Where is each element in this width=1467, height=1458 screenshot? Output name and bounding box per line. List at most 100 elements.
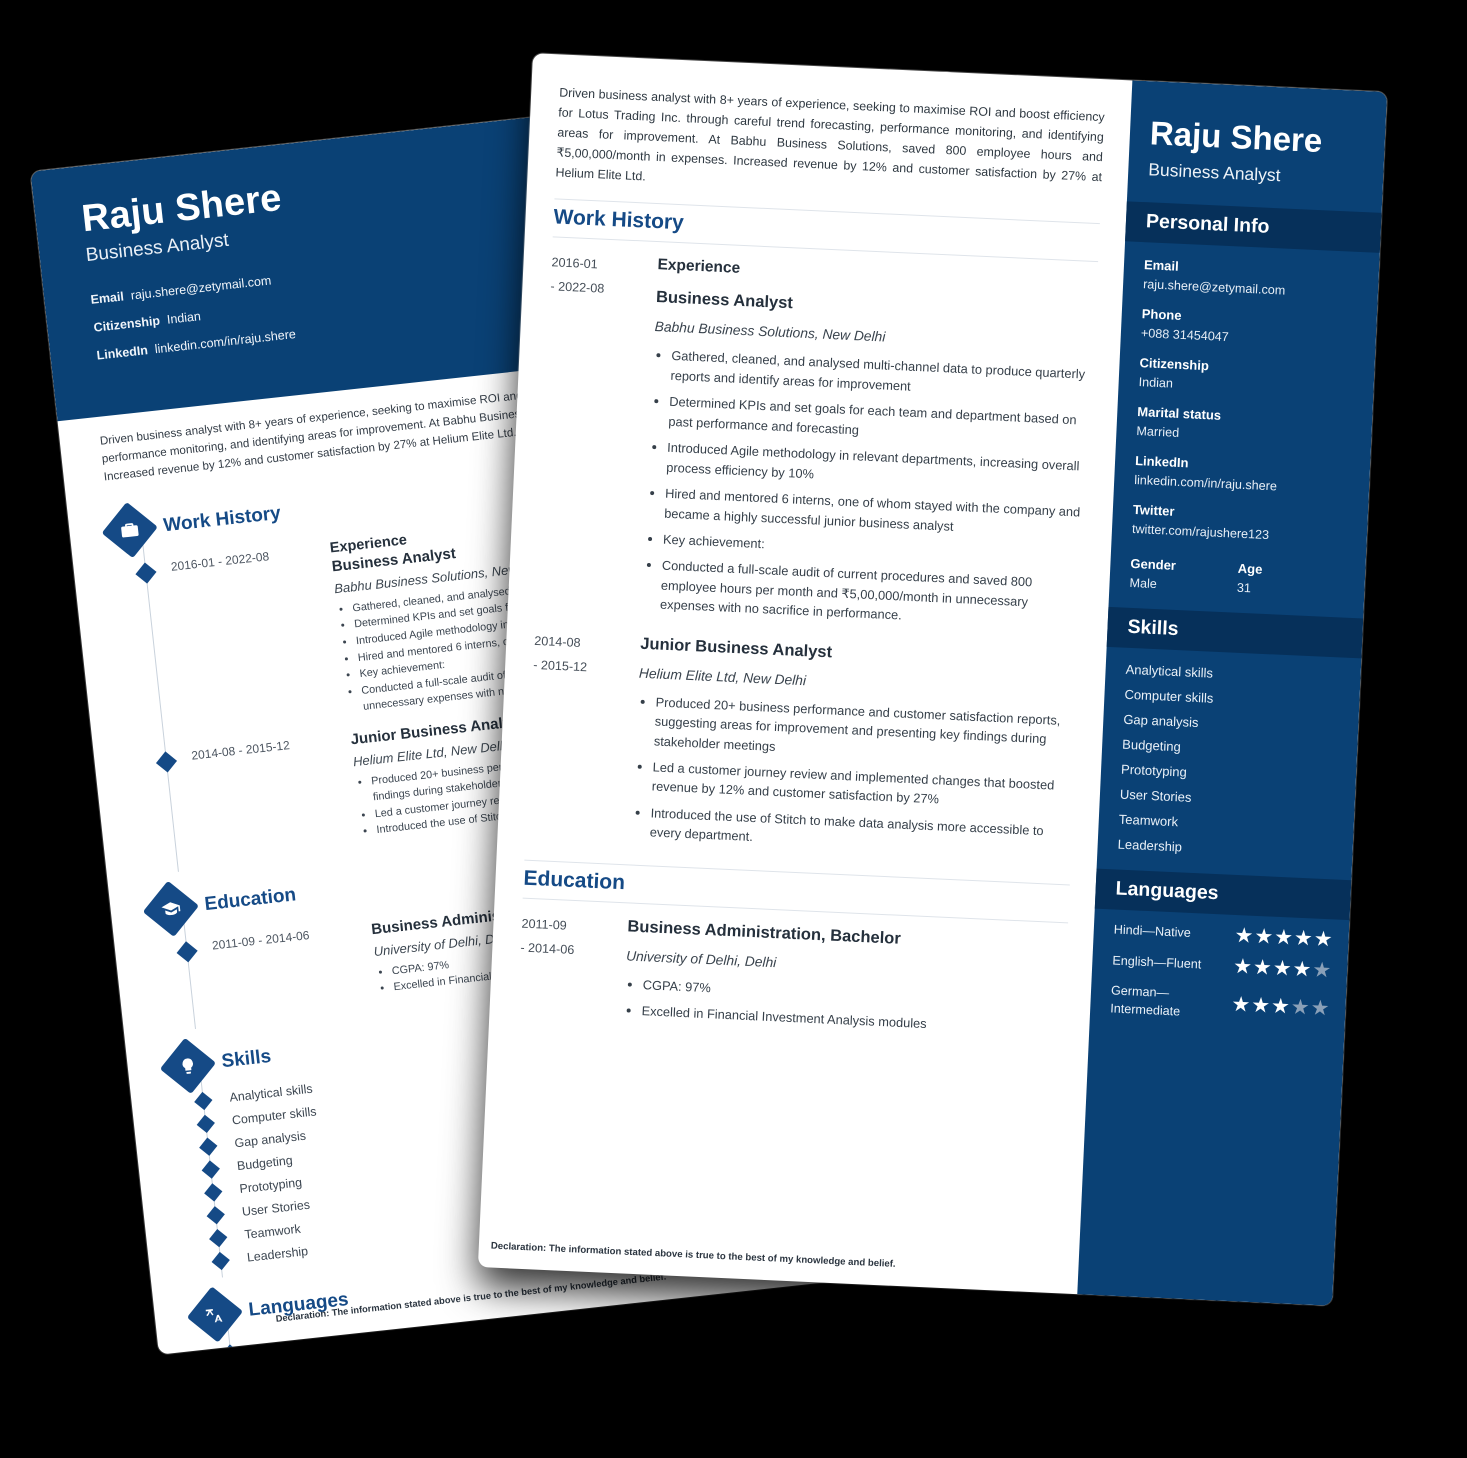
- front-work-body: Junior Business Analyst Helium Elite Ltd…: [617, 634, 1080, 868]
- back-contact-citizenship-label: Citizenship: [92, 313, 161, 335]
- back-skill-label: Gap analysis: [233, 1128, 307, 1151]
- back-skill-label: User Stories: [241, 1197, 311, 1220]
- front-work-bullets: Gathered, cleaned, and analysed multi-ch…: [642, 345, 1094, 633]
- front-work-date-to: - 2015-12: [532, 657, 588, 674]
- lightbulb-icon: [159, 1037, 217, 1095]
- sidebar-gender-field: Gender Male: [1129, 555, 1238, 594]
- front-declaration: Declaration: The information stated abov…: [490, 1240, 896, 1270]
- back-skill-label: Prototyping: [238, 1175, 303, 1197]
- front-work-history-title: Work History: [552, 198, 1100, 263]
- sidebar-gender-value: Male: [1129, 575, 1158, 591]
- back-skill-label: Computer skills: [231, 1104, 318, 1128]
- sidebar-age-field: Age 31: [1237, 560, 1346, 599]
- sidebar-email-value: raju.shere@zetymail.com: [1142, 276, 1286, 298]
- sidebar-age-value: 31: [1236, 580, 1252, 595]
- front-work-dates: 2016-01 - 2022-08: [535, 252, 643, 620]
- front-education-title: Education: [522, 859, 1070, 924]
- rating-stars: ★ ★ ★ ★ ★: [1230, 993, 1330, 1021]
- star-filled-icon: ★: [1250, 994, 1271, 1019]
- back-education-title: Education: [203, 884, 298, 915]
- star-filled-icon: ★: [1232, 954, 1253, 979]
- back-skill-label: Analytical skills: [228, 1081, 314, 1105]
- sidebar-gender-age-row: Gender Male Age 31: [1109, 555, 1365, 601]
- sidebar-person-name: Raju Shere: [1149, 114, 1324, 160]
- timeline-dot-icon: [221, 1343, 240, 1355]
- list-item: Produced 20+ business performance and cu…: [653, 692, 1077, 769]
- back-skills-title: Skills: [220, 1046, 273, 1073]
- timeline-dot-icon: [209, 1228, 228, 1247]
- front-work-entry: 2014-08 - 2015-12 Junior Business Analys…: [525, 630, 1080, 869]
- front-section-education: Education 2011-09 - 2014-06 Business Adm…: [517, 859, 1070, 1046]
- star-filled-icon: ★: [1273, 925, 1294, 950]
- star-filled-icon: ★: [1253, 924, 1274, 949]
- sidebar-phone-value: +088 31454047: [1140, 325, 1230, 344]
- front-summary: Driven business analyst with 8+ years of…: [555, 85, 1106, 185]
- sidebar-linkedin-value: linkedin.com/in/raju.shere: [1133, 472, 1278, 494]
- translate-icon: [186, 1286, 244, 1343]
- sidebar-gender-label: Gender: [1130, 555, 1177, 573]
- graduation-cap-icon: [142, 880, 199, 937]
- back-contact-email-value: raju.shere@zetymail.com: [130, 273, 272, 303]
- back-skill-label: Teamwork: [243, 1221, 302, 1242]
- star-filled-icon: ★: [1270, 995, 1291, 1019]
- front-work-body: Experience Business Analyst Babhu Busine…: [627, 256, 1097, 640]
- timeline-dot-icon: [211, 1251, 230, 1270]
- star-empty-icon: ★: [1311, 958, 1332, 982]
- timeline-dot-icon: [201, 1160, 220, 1179]
- sidebar-citizenship-value: Indian: [1138, 374, 1174, 391]
- back-contact-citizenship-value: Indian: [166, 309, 202, 327]
- back-work-history-title: Work History: [162, 502, 282, 537]
- front-work-entry: 2016-01 - 2022-08 Experience Business An…: [535, 252, 1097, 641]
- sidebar-marital-value: Married: [1136, 423, 1180, 440]
- screenshot-stage: Raju Shere Business Analyst Email raju.sh…: [0, 0, 1467, 1458]
- resume-card-front[interactable]: Driven business analyst with 8+ years of…: [477, 53, 1388, 1306]
- star-filled-icon: ★: [1292, 957, 1312, 982]
- back-work-dates: 2014-08 - 2015-12: [190, 738, 291, 763]
- star-filled-icon: ★: [1234, 923, 1254, 948]
- briefcase-icon: [101, 501, 158, 558]
- front-education-date-to: - 2014-06: [520, 940, 575, 957]
- sidebar-marital-field: Marital status Married: [1116, 403, 1372, 449]
- front-section-work-history: Work History 2016-01 - 2022-08 Experienc…: [525, 198, 1100, 869]
- back-education-dates: 2011-09 - 2014-06: [211, 927, 311, 953]
- star-filled-icon: ★: [1252, 955, 1273, 980]
- back-skill-label: Leadership: [246, 1244, 309, 1265]
- sidebar-email-field: Email raju.shere@zetymail.com: [1123, 256, 1379, 302]
- back-contact-col-left: Email raju.shere@zetymail.com Citizenship…: [90, 249, 507, 391]
- timeline-dot-icon: [204, 1182, 223, 1202]
- sidebar-linkedin-field: LinkedIn linkedin.com/in/raju.shere: [1114, 452, 1370, 498]
- sidebar-age-label: Age: [1237, 560, 1263, 577]
- timeline-dot-icon: [206, 1205, 225, 1225]
- back-contact-linkedin-label: LinkedIn: [95, 343, 149, 363]
- sidebar-language-label: German—Intermediate: [1109, 983, 1181, 1019]
- back-contact-linkedin-value: linkedin.com/in/raju.shere: [154, 326, 297, 357]
- star-filled-icon: ★: [1230, 993, 1251, 1018]
- front-education-dates: 2011-09 - 2014-06: [517, 912, 614, 1026]
- front-education-body: Business Administration, Bachelor Univer…: [609, 917, 1068, 1047]
- back-language-label: Hindi—Native: [256, 1335, 334, 1355]
- front-work-bullets: Produced 20+ business performance and cu…: [631, 691, 1077, 861]
- front-work-date-to: - 2022-08: [550, 279, 605, 297]
- sidebar-phone-field: Phone +088 31454047: [1121, 305, 1377, 351]
- back-contact-email-label: Email: [89, 289, 125, 307]
- front-work-dates: 2014-08 - 2015-12: [525, 630, 627, 848]
- back-skill-label: Budgeting: [236, 1153, 294, 1174]
- sidebar-citizenship-field: Citizenship Indian: [1118, 354, 1374, 400]
- front-work-date-from: 2014-08: [534, 633, 581, 650]
- star-filled-icon: ★: [1272, 956, 1293, 981]
- rating-stars: ★ ★ ★ ★ ★: [1234, 923, 1333, 951]
- back-work-dates: 2016-01 - 2022-08: [170, 549, 270, 574]
- front-work-kicker: Experience: [657, 256, 741, 278]
- star-empty-icon: ★: [1310, 996, 1330, 1021]
- sidebar-twitter-value: twitter.com/rajushere123: [1131, 521, 1270, 542]
- front-education-entry: 2011-09 - 2014-06 Business Administratio…: [517, 912, 1067, 1047]
- list-item: Conducted a full-scale audit of current …: [660, 556, 1084, 633]
- timeline-dot-icon: [194, 1091, 213, 1110]
- star-empty-icon: ★: [1290, 995, 1311, 1020]
- rating-stars: ★ ★ ★ ★ ★: [1232, 954, 1332, 982]
- timeline-dot-icon: [196, 1114, 215, 1133]
- timeline-dot-icon: [199, 1137, 218, 1156]
- sidebar-twitter-field: Twitter twitter.com/rajushere123: [1112, 501, 1368, 547]
- front-education-bullets: CGPA: 97% Excelled in Financial Investme…: [623, 974, 1065, 1040]
- front-main-column: Driven business analyst with 8+ years of…: [478, 53, 1132, 1294]
